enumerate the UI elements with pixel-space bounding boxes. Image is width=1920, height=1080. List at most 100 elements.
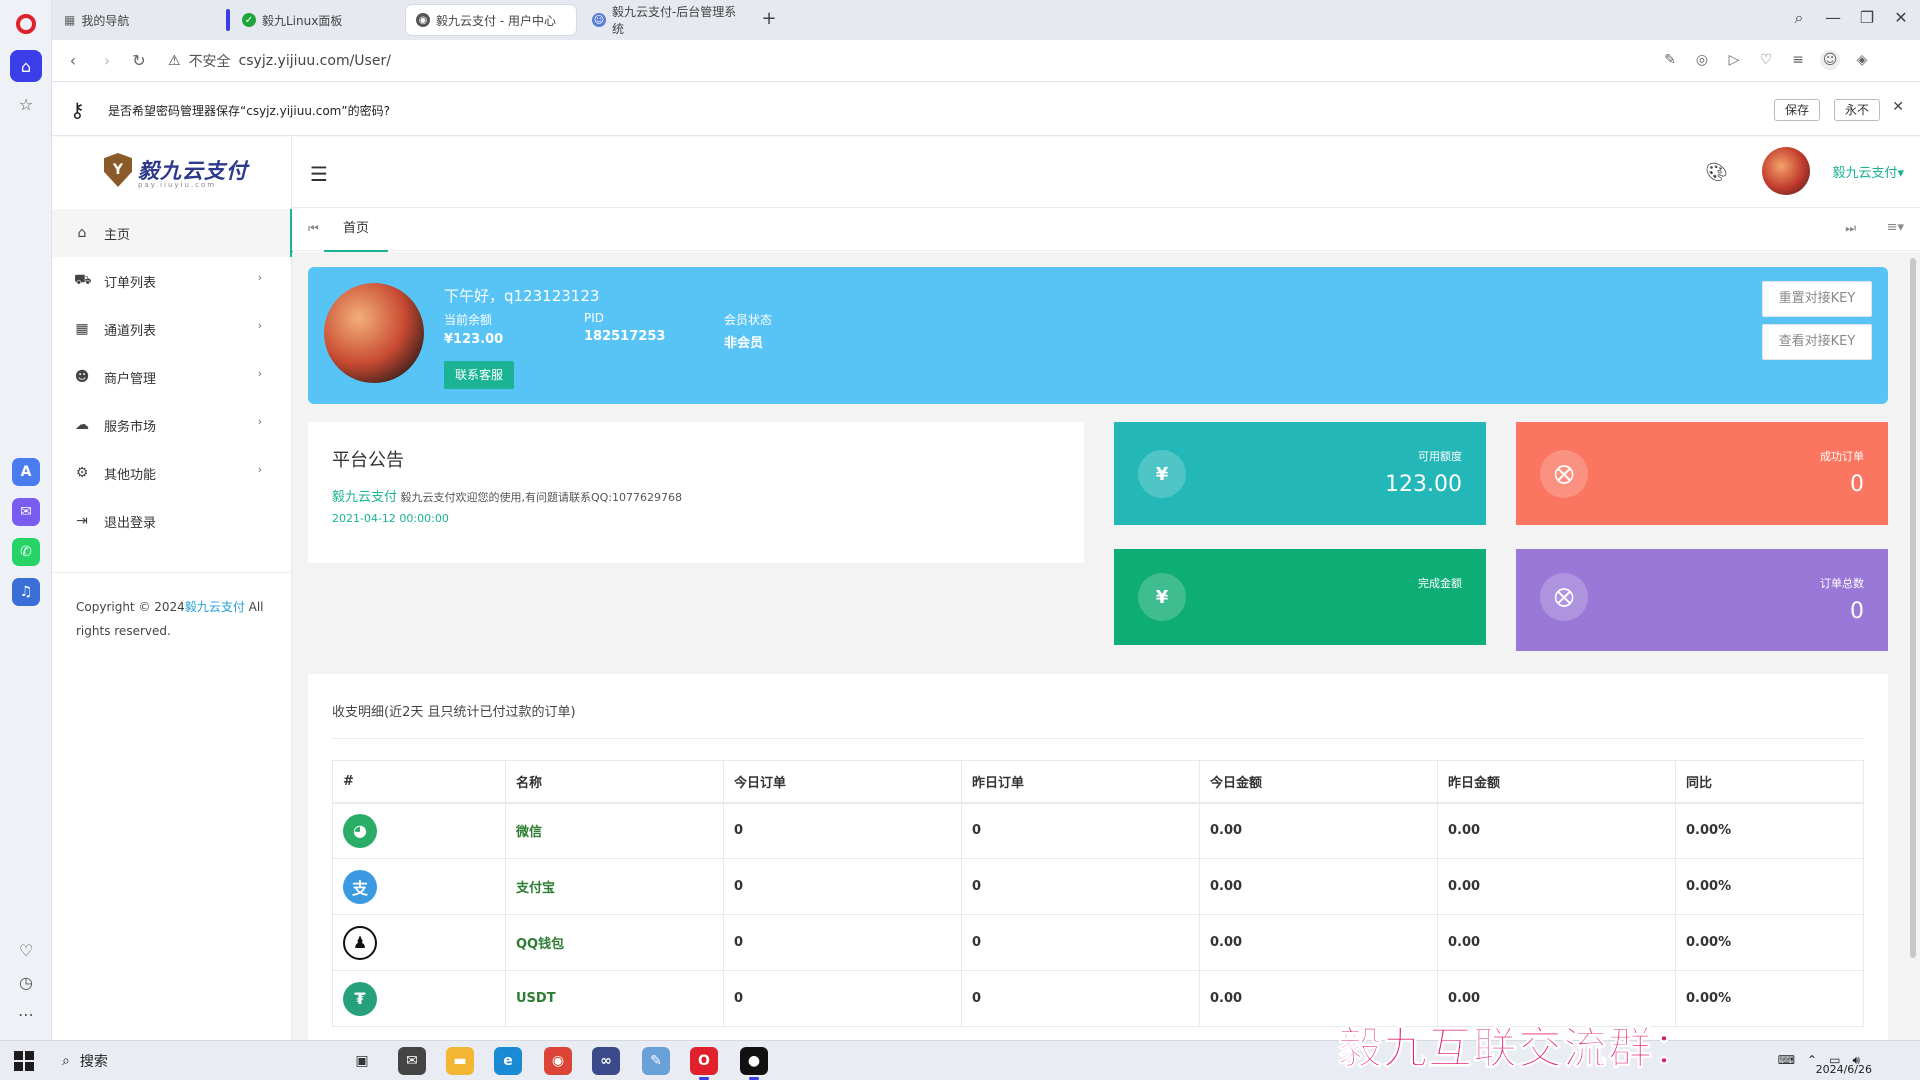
sidebar-item-merchant[interactable]: ☻ 商户管理 › [52,353,292,401]
forward-icon[interactable]: › [96,50,118,72]
taskbar-search[interactable]: ⌕ 搜索 [50,1045,304,1077]
balance-block: 当前余额 ¥123.00 [444,311,503,347]
opera-logo-icon[interactable] [16,14,36,34]
logo[interactable]: Y 毅九云支付 pay.iiuyiu.com [104,153,248,189]
stat-label: 可用额度 [1418,450,1462,463]
sidebar-item-label: 服务市场 [104,419,157,435]
history-icon[interactable]: ◷ [10,966,42,998]
opera-sidebar: ⌂ ☆ A ✉ ✆ ♫ ♡ ◷ ⋯ [0,0,52,1040]
folder-icon[interactable]: ▬ [446,1047,474,1075]
home-icon[interactable]: ⌂ [10,50,42,82]
tab-indicator [226,9,230,31]
balance-label: 当前余额 [444,313,493,327]
column-header: 今日金额 [1199,760,1438,804]
globe-icon: ◉ [416,13,430,27]
yesterday-orders: 0 [961,802,1200,859]
edge-icon[interactable]: e [494,1047,522,1075]
sidebar-item-label: 退出登录 [104,515,157,531]
basket-icon: ⛒ [1540,450,1588,498]
income-detail-panel: 收支明细(近2天 且只统计已付过款的订单) # 名称 今日订单 昨日订单 今日金… [308,674,1888,1040]
sidebar-item-orders[interactable]: ⛟ 订单列表 › [52,257,292,305]
chrome-icon[interactable]: ◉ [544,1047,572,1075]
notepad-icon[interactable]: ✎ [642,1047,670,1075]
app-store-icon[interactable]: A [12,458,40,486]
chevron-icon: › [257,319,262,332]
sidebar-item-label: 商户管理 [104,371,157,387]
channel-name: 微信 [505,802,724,859]
minimize-icon[interactable]: — [1818,8,1848,27]
cart-icon: ⛟ [74,272,92,288]
page-tabs: ⏮ 首页 ⏭ ≡▾ [292,207,1920,252]
star-icon[interactable]: ☆ [10,88,42,120]
profile-icon[interactable]: ☺ [1820,50,1840,70]
more-icon[interactable]: ⋯ [10,998,42,1030]
copyright-link[interactable]: 毅九云支付 [185,600,245,614]
url-field[interactable]: ⚠ 不安全 csyjz.yijiuu.com/User/ [168,51,391,71]
tabs-next-icon[interactable]: ⏭ [1845,221,1856,236]
messenger-icon[interactable]: ✉ [12,498,40,526]
sidebar-item-market[interactable]: ☁ 服务市场 › [52,401,292,449]
camera-icon[interactable]: ◎ [1692,50,1712,70]
tab-home[interactable]: 首页 [324,208,388,252]
whatsapp-icon[interactable]: ✆ [12,538,40,566]
announcement-link[interactable]: 毅九云支付 [332,490,397,505]
edit-icon[interactable]: ✎ [1660,50,1680,70]
icon-cell: ♟ [332,914,506,971]
cube-icon[interactable]: ◈ [1852,50,1872,70]
today-orders: 0 [723,914,962,971]
app-icon[interactable]: ∞ [592,1047,620,1075]
yesterday-orders: 0 [961,970,1200,1027]
pid-value: 182517253 [584,329,666,344]
sidebar-item-channels[interactable]: ▦ 通道列表 › [52,305,292,353]
tab-linux-panel[interactable]: ✓ 毅九Linux面板 [226,5,396,35]
tab-admin[interactable]: ☺ 毅九云支付-后台管理系统 [582,5,758,36]
tab-user-center[interactable]: ◉ 毅九云支付 - 用户中心 [406,5,576,35]
new-tab-button[interactable]: + [754,8,784,29]
close-icon[interactable]: ✕ [1886,8,1916,27]
menu-toggle-icon[interactable]: ☰ [310,162,328,186]
sidebar-item-logout[interactable]: ⇥ 退出登录 [52,497,292,545]
never-save-button[interactable]: 永不 [1833,99,1880,121]
menu-icon[interactable]: ≡ [1788,50,1808,70]
sidebar-item-label: 订单列表 [104,275,157,291]
avatar[interactable] [1762,147,1810,195]
browser-tab-bar: ▦ 我的导航 ✓ 毅九Linux面板 ◉ 毅九云支付 - 用户中心 ☺ 毅九云支… [52,0,1920,40]
stat-value: 123.00 [1385,472,1462,497]
tab-my-nav[interactable]: ▦ 我的导航 [54,5,224,35]
member-label: 会员状态 [724,313,773,327]
reset-key-button[interactable]: 重置对接KEY [1762,281,1872,317]
sidebar-item-other[interactable]: ⚙ 其他功能 › [52,449,292,497]
user-icon: ☻ [74,369,90,385]
scrollbar[interactable] [1910,258,1916,958]
search-icon: ⌕ [62,1053,70,1069]
stat-value: 0 [1850,599,1864,624]
column-header: 昨日订单 [961,760,1200,804]
close-icon[interactable]: ✕ [1892,99,1904,115]
search-icon[interactable]: ⌕ [1784,8,1814,28]
opera-taskbar-icon[interactable]: O [690,1047,718,1080]
member-value: 非会员 [724,336,764,351]
palette-icon[interactable]: 🎨︎ [1705,162,1728,183]
windows-start-icon[interactable] [14,1051,34,1071]
view-key-button[interactable]: 查看对接KEY [1762,324,1872,360]
contact-support-button[interactable]: 联系客服 [444,361,515,389]
sidebar-item-label: 主页 [104,227,131,243]
music-icon[interactable]: ♫ [12,578,40,606]
today-orders: 0 [723,802,962,859]
task-view-icon[interactable]: ▣ [348,1047,376,1075]
mail-icon[interactable]: ✉ [398,1047,426,1075]
tabs-prev-icon[interactable]: ⏮ [308,221,319,236]
tabs-menu-icon[interactable]: ≡▾ [1887,220,1904,235]
record-icon[interactable]: ● [740,1047,768,1080]
stat-value: 0 [1850,472,1864,497]
tab-label: 我的导航 [81,13,130,28]
save-password-button[interactable]: 保存 [1773,99,1820,121]
reload-icon[interactable]: ↻ [128,50,150,72]
back-icon[interactable]: ‹ [62,50,84,72]
user-menu[interactable]: 毅九云支付▾ [1832,162,1904,181]
heart-icon[interactable]: ♡ [10,934,42,966]
maximize-icon[interactable]: ❐ [1852,8,1882,27]
heart-icon[interactable]: ♡ [1756,50,1776,70]
play-icon[interactable]: ▷ [1724,50,1744,70]
sidebar-item-home[interactable]: ⌂ 主页 [52,209,293,257]
